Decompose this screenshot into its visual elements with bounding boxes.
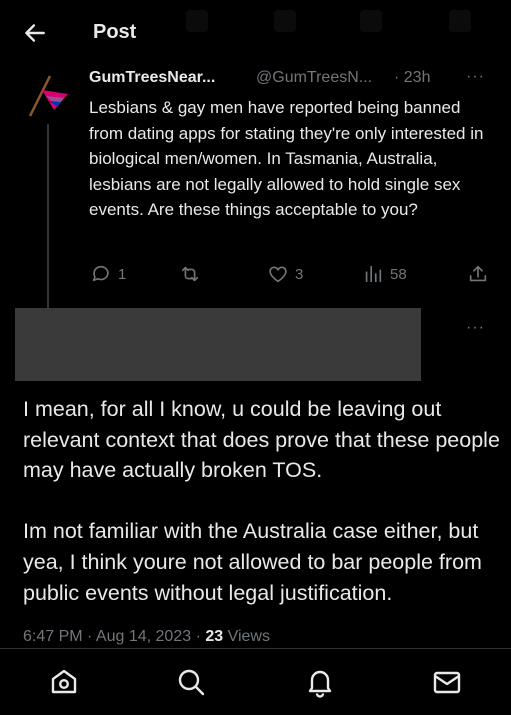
- redacted-author-block: [15, 308, 421, 381]
- more-icon: ···: [466, 319, 485, 336]
- bottom-navigation: [0, 648, 511, 715]
- avatar[interactable]: [24, 70, 74, 120]
- post-views-count: 23: [205, 628, 224, 645]
- author-name[interactable]: GumTreesNear...: [89, 69, 215, 87]
- page-title: Post: [93, 21, 137, 43]
- share-button[interactable]: [467, 262, 489, 286]
- back-arrow-icon[interactable]: [22, 20, 48, 46]
- faded-icon: [186, 10, 208, 32]
- like-icon: [269, 266, 287, 283]
- faded-icon: [360, 10, 382, 32]
- views-count: 58: [390, 265, 407, 283]
- notifications-icon[interactable]: [304, 666, 336, 698]
- reply-paragraph: Im not familiar with the Australia case …: [23, 519, 482, 605]
- share-icon: [469, 265, 487, 282]
- views-icon: [365, 265, 382, 283]
- reply-text: I mean, for all I know, u could be leavi…: [23, 394, 503, 608]
- faded-icon: [449, 10, 471, 32]
- reply-icon: [92, 265, 109, 282]
- more-options-button[interactable]: ···: [466, 319, 490, 339]
- author-handle[interactable]: @GumTreesN...: [256, 69, 372, 87]
- retweet-button[interactable]: [179, 262, 207, 286]
- more-icon: ···: [466, 68, 485, 85]
- views-button[interactable]: 58: [362, 262, 407, 286]
- home-icon[interactable]: [48, 666, 80, 698]
- post-views-label: Views: [223, 628, 270, 645]
- reply-paragraph: I mean, for all I know, u could be leavi…: [23, 397, 500, 483]
- top-bar: Post: [0, 0, 511, 64]
- more-options-button[interactable]: ···: [466, 68, 490, 88]
- post-meta: 6:47 PM · Aug 14, 2023 · 23 Views: [23, 628, 270, 646]
- messages-icon[interactable]: [431, 666, 463, 698]
- like-count: 3: [295, 265, 304, 283]
- tweet-text: Lesbians & gay men have reported being b…: [89, 98, 484, 220]
- retweet-icon: [181, 266, 199, 282]
- reply-button[interactable]: 1: [90, 262, 126, 286]
- like-button[interactable]: 3: [267, 262, 303, 286]
- post-timestamp[interactable]: 6:47 PM · Aug 14, 2023 ·: [23, 628, 205, 645]
- thread-line: [47, 124, 49, 308]
- reply-count: 1: [118, 265, 127, 283]
- search-icon[interactable]: [175, 666, 207, 698]
- tweet-time[interactable]: · 23h: [394, 69, 430, 87]
- faded-icon: [274, 10, 296, 32]
